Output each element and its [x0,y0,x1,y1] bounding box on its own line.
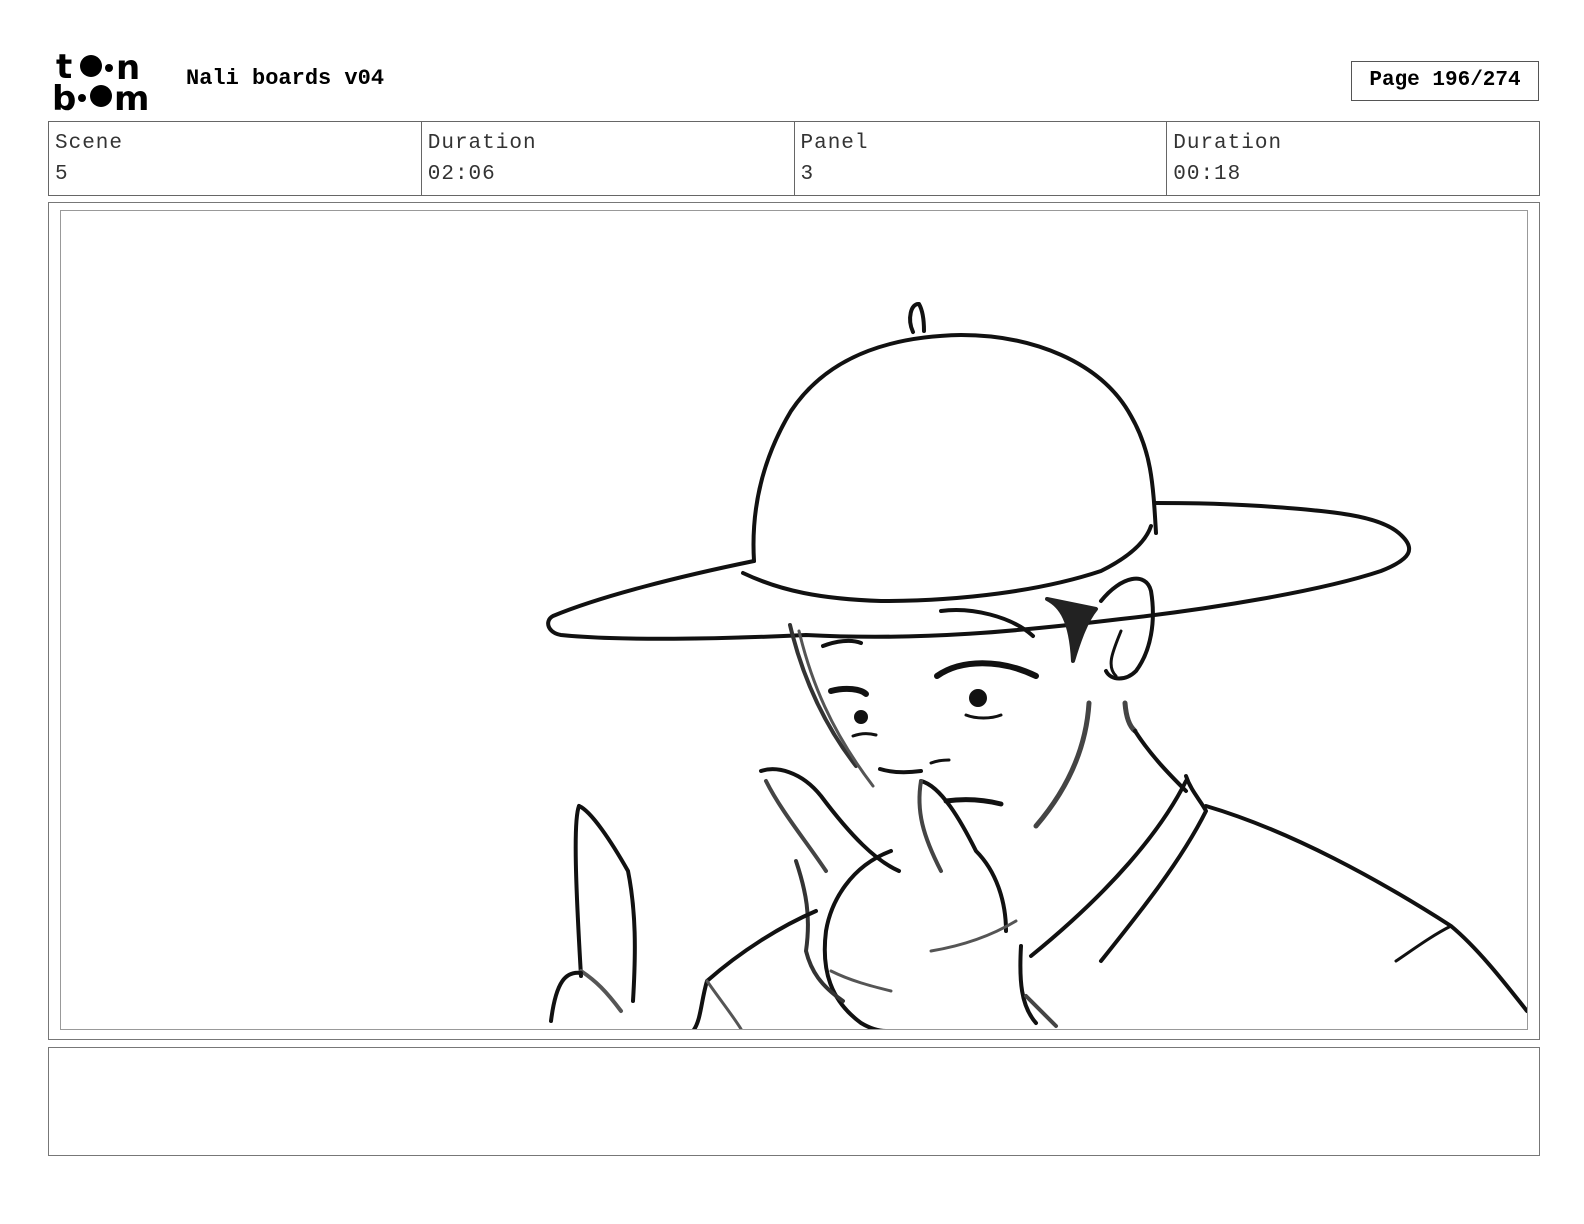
hat-antenna-stroke [908,302,926,334]
hat-crown [751,333,1158,563]
hat-band [741,524,1153,603]
page-indicator: Page 196/274 [1351,61,1539,101]
left-eye [854,710,868,724]
right-eyebrow [934,660,1039,679]
sketch-drawing [546,302,1527,1029]
panel-cell: Panel 3 [795,122,1168,195]
jaw [1033,700,1092,829]
scene-duration-value: 02:06 [427,163,496,186]
left-eyebrow-hint [821,638,863,648]
scene-duration-cell: Duration 02:06 [422,122,795,195]
storyboard-panel-frame [48,202,1540,1040]
knife-blade [577,804,637,1003]
neck [1133,729,1188,793]
scene-value: 5 [55,163,69,186]
hand-knuckle [794,859,845,1003]
right-eye [969,689,987,707]
svg-text:m: m [114,79,149,114]
ear [1099,576,1155,681]
shoulder [1204,804,1527,1013]
nose [878,767,923,775]
panel-duration-label: Duration [1173,132,1283,155]
hair-dark [1045,597,1098,663]
scene-cell: Scene 5 [49,122,422,195]
panel-duration-value: 00:18 [1173,163,1242,186]
mouth [943,797,1004,807]
collar-right [1099,774,1208,963]
panel-value: 3 [800,163,815,186]
knife-edge [573,804,583,978]
storyboard-panel-image [60,210,1528,1030]
panel-notes-box[interactable] [48,1047,1540,1156]
scene-duration-label: Duration [427,132,537,155]
hand-palm [822,849,893,1029]
left-eyebrow [828,685,869,697]
shirt-left [691,909,818,1029]
hand-wrist [1018,944,1038,1025]
scene-label: Scene [55,132,124,155]
scene-info-bar: Scene 5 Duration 02:06 Panel 3 Duration … [48,121,1540,196]
svg-text:b: b [52,79,76,114]
toon-boom-logo: t n b m [52,50,149,114]
knife-handle [549,970,583,1023]
hat-brim [546,501,1412,641]
panel-duration-cell: Duration 00:18 [1167,122,1539,195]
panel-label: Panel [800,132,869,155]
project-title: Nali boards v04 [186,66,385,91]
collar-left [1029,779,1188,958]
